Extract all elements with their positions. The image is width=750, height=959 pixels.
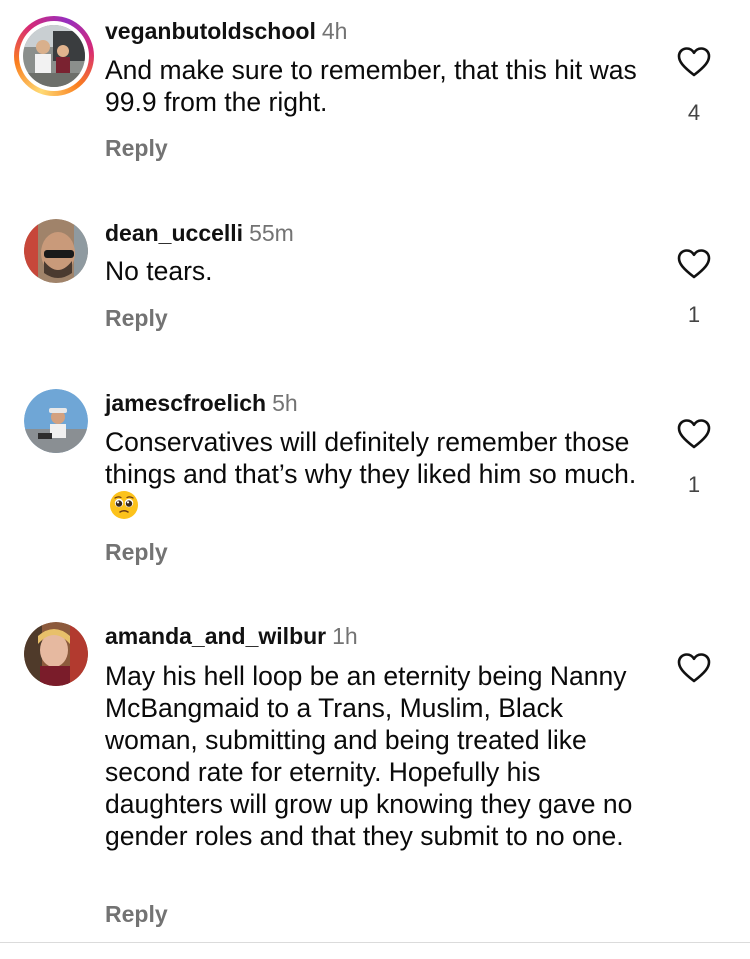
comment-meta: amanda_and_wilbur 1h: [105, 622, 358, 650]
username[interactable]: amanda_and_wilbur: [105, 623, 326, 649]
timestamp: 1h: [332, 623, 358, 649]
comment-text: No tears.: [105, 256, 213, 286]
reply-button[interactable]: Reply: [105, 538, 168, 566]
avatar[interactable]: [24, 622, 88, 686]
comment-meta: dean_uccelli 55m: [105, 219, 294, 247]
like-count: 1: [687, 472, 701, 497]
avatar[interactable]: [24, 219, 88, 283]
comment-meta: veganbutoldschool 4h: [105, 17, 347, 45]
like-count: 1: [687, 302, 701, 327]
timestamp: 5h: [272, 390, 298, 416]
username[interactable]: veganbutoldschool: [105, 18, 316, 44]
reply-button[interactable]: Reply: [105, 304, 168, 332]
username[interactable]: jamescfroelich: [105, 390, 266, 416]
timestamp: 4h: [321, 18, 348, 44]
avatar[interactable]: [24, 389, 88, 453]
heart-icon[interactable]: [677, 652, 711, 684]
heart-icon[interactable]: [677, 46, 711, 78]
reply-button[interactable]: Reply: [105, 134, 168, 162]
comment-text-body: Conservatives will definitely remember t…: [105, 427, 637, 489]
avatar: [23, 25, 85, 87]
reply-button[interactable]: Reply: [105, 900, 168, 928]
heart-icon[interactable]: [677, 418, 711, 450]
comment-text: May his hell loop be an eternity being N…: [105, 661, 633, 851]
comment-text: Conservatives will definitely remember t…: [105, 426, 645, 522]
pleading-face-emoji-icon: [109, 490, 139, 520]
comment-meta: jamescfroelich 5h: [105, 389, 298, 417]
heart-icon[interactable]: [677, 248, 711, 280]
comment-text: And make sure to remember, that this hit…: [105, 55, 637, 117]
like-count: 4: [687, 100, 701, 125]
username[interactable]: dean_uccelli: [105, 220, 243, 246]
timestamp: 55m: [249, 220, 294, 246]
avatar-story-ring[interactable]: [14, 16, 94, 96]
divider: [0, 942, 750, 943]
